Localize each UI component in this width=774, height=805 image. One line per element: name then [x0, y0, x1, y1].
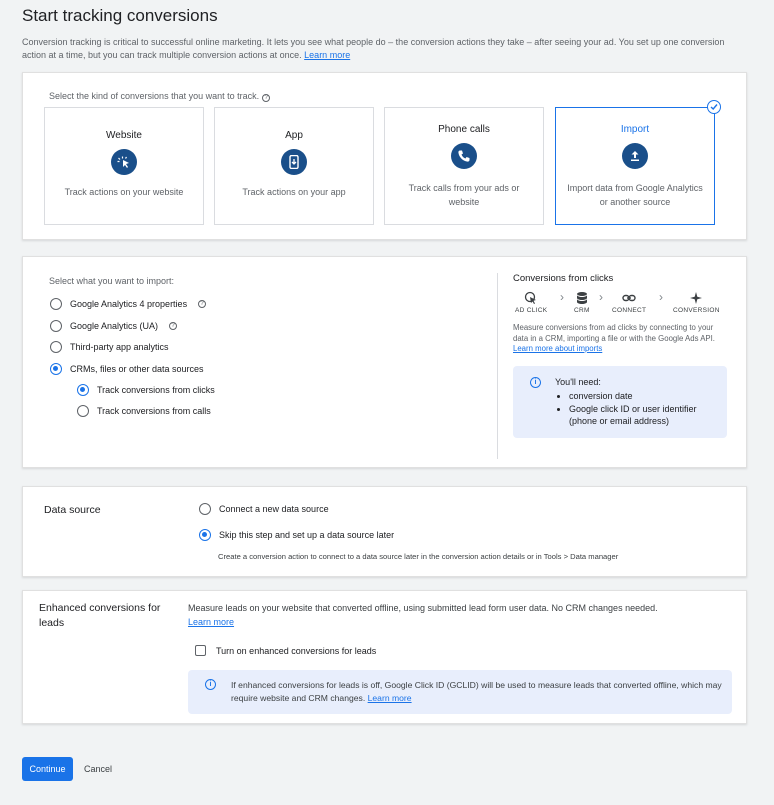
- gclid-info-text: If enhanced conversions for leads is off…: [231, 680, 722, 703]
- gclid-learn-more-link[interactable]: Learn more: [368, 693, 412, 703]
- option-label: Third-party app analytics: [70, 342, 169, 352]
- tile-title: Website: [106, 130, 142, 141]
- help-icon[interactable]: ?: [169, 322, 178, 330]
- sparkle-icon: [690, 292, 703, 304]
- help-icon[interactable]: ?: [262, 94, 271, 102]
- import-option-ga4[interactable]: Google Analytics 4 properties?: [50, 298, 207, 310]
- enhanced-checkbox[interactable]: [195, 645, 206, 656]
- info-icon: i: [205, 679, 216, 690]
- enhanced-desc-text: Measure leads on your website that conve…: [188, 603, 658, 613]
- import-option-crm[interactable]: CRMs, files or other data sources: [50, 363, 204, 375]
- import-card: Select what you want to import: Google A…: [22, 256, 747, 468]
- enhanced-desc: Measure leads on your website that conve…: [188, 601, 728, 629]
- import-prompt: Select what you want to import:: [49, 276, 175, 286]
- enhanced-conversions-card: Enhanced conversions for leads Measure l…: [22, 590, 747, 724]
- import-option-ua[interactable]: Google Analytics (UA)?: [50, 320, 178, 332]
- data-source-option-skip[interactable]: Skip this step and set up a data source …: [199, 529, 394, 541]
- radio-button[interactable]: [77, 384, 89, 396]
- link-icon: [622, 294, 636, 302]
- chevron-right-icon: ›: [560, 290, 564, 304]
- tile-phone-calls[interactable]: Phone calls Track calls from your ads or…: [384, 107, 544, 225]
- tile-desc: Track actions on your website: [64, 187, 184, 197]
- continue-button[interactable]: Continue: [22, 757, 73, 781]
- tile-website[interactable]: Website Track actions on your website: [44, 107, 204, 225]
- data-source-note: Create a conversion action to connect to…: [218, 552, 619, 561]
- option-label: Google Analytics 4 properties: [70, 299, 188, 309]
- option-label: Track conversions from calls: [97, 406, 211, 416]
- option-label: Google Analytics (UA): [70, 321, 159, 331]
- sub-option-calls[interactable]: Track conversions from calls: [77, 405, 211, 417]
- page-intro: Conversion tracking is critical to succe…: [22, 36, 742, 62]
- info-icon: i: [530, 377, 541, 388]
- flow-step-conversion: CONVERSION: [673, 291, 720, 314]
- database-icon: [576, 292, 587, 304]
- data-source-option-connect[interactable]: Connect a new data source: [199, 503, 329, 515]
- tile-title: Phone calls: [438, 124, 490, 135]
- tile-app[interactable]: App Track actions on your app: [214, 107, 374, 225]
- page-title: Start tracking conversions: [22, 6, 218, 25]
- side-title: Conversions from clicks: [513, 273, 614, 284]
- tile-title: App: [285, 130, 303, 141]
- cursor-click-icon: [111, 149, 137, 175]
- intro-learn-more-link[interactable]: Learn more: [304, 50, 350, 60]
- phone-app-icon: [281, 149, 307, 175]
- phone-icon: [451, 143, 477, 169]
- sub-option-clicks[interactable]: Track conversions from clicks: [77, 384, 215, 396]
- option-label: Skip this step and set up a data source …: [219, 530, 395, 540]
- chevron-right-icon: ›: [599, 290, 603, 304]
- need-item: conversion date: [569, 390, 719, 403]
- tile-desc: Track actions on your app: [242, 187, 346, 197]
- kind-prompt-text: Select the kind of conversions that you …: [49, 91, 260, 101]
- flow-step-connect: CONNECT: [612, 291, 646, 314]
- option-label: CRMs, files or other data sources: [70, 364, 204, 374]
- tile-title: Import: [620, 124, 650, 135]
- requirements-box: i You'll need: conversion date Google cl…: [513, 366, 727, 438]
- need-item: Google click ID or user identifier (phon…: [569, 403, 719, 428]
- radio-button[interactable]: [77, 405, 89, 417]
- data-source-card: Data source Connect a new data source Sk…: [22, 486, 747, 577]
- flow-step-ad-click: AD CLICK: [515, 291, 547, 314]
- import-option-third-party[interactable]: Third-party app analytics: [50, 341, 169, 353]
- needs-list: conversion date Google click ID or user …: [569, 390, 719, 428]
- side-desc: Measure conversions from ad clicks by co…: [513, 323, 723, 355]
- learn-more-imports-link[interactable]: Learn more about imports: [513, 344, 602, 353]
- intro-text: Conversion tracking is critical to succe…: [22, 37, 725, 60]
- radio-button[interactable]: [199, 529, 211, 541]
- radio-button[interactable]: [199, 503, 211, 515]
- tile-desc: Import data from Google Analytics or ano…: [567, 183, 703, 207]
- option-label: Track conversions from clicks: [97, 385, 215, 395]
- flow-label: CONVERSION: [673, 307, 720, 314]
- radio-button[interactable]: [50, 298, 62, 310]
- divider: [497, 273, 498, 459]
- option-label: Connect a new data source: [219, 504, 329, 514]
- tile-import[interactable]: Import Import data from Google Analytics…: [555, 100, 721, 225]
- conversion-kind-card: Select the kind of conversions that you …: [22, 72, 747, 240]
- flow-label: AD CLICK: [515, 307, 548, 314]
- side-desc-text: Measure conversions from ad clicks by co…: [513, 323, 715, 343]
- upload-icon: [622, 143, 648, 169]
- gclid-info: If enhanced conversions for leads is off…: [231, 679, 726, 705]
- chevron-right-icon: ›: [659, 290, 663, 304]
- radio-button[interactable]: [50, 320, 62, 332]
- help-icon[interactable]: ?: [198, 300, 207, 308]
- selected-check-icon: [707, 100, 721, 114]
- tile-desc: Track calls from your ads or website: [408, 183, 520, 207]
- enhanced-checkbox-row[interactable]: Turn on enhanced conversions for leads: [195, 645, 376, 656]
- kind-prompt: Select the kind of conversions that you …: [49, 91, 271, 102]
- data-source-label: Data source: [44, 504, 101, 516]
- flow-label: CONNECT: [612, 307, 647, 314]
- flow-label: CRM: [574, 307, 590, 314]
- enhanced-learn-more-link[interactable]: Learn more: [188, 617, 234, 627]
- gclid-info-box: i If enhanced conversions for leads is o…: [188, 670, 732, 714]
- enhanced-label: Enhanced conversions for leads: [39, 602, 161, 629]
- need-title: You'll need:: [555, 377, 601, 387]
- checkbox-label: Turn on enhanced conversions for leads: [216, 645, 377, 656]
- flow-step-crm: CRM: [574, 291, 590, 314]
- cancel-button[interactable]: Cancel: [84, 757, 112, 781]
- radio-button[interactable]: [50, 363, 62, 375]
- cursor-click-icon: [525, 291, 537, 304]
- radio-button[interactable]: [50, 341, 62, 353]
